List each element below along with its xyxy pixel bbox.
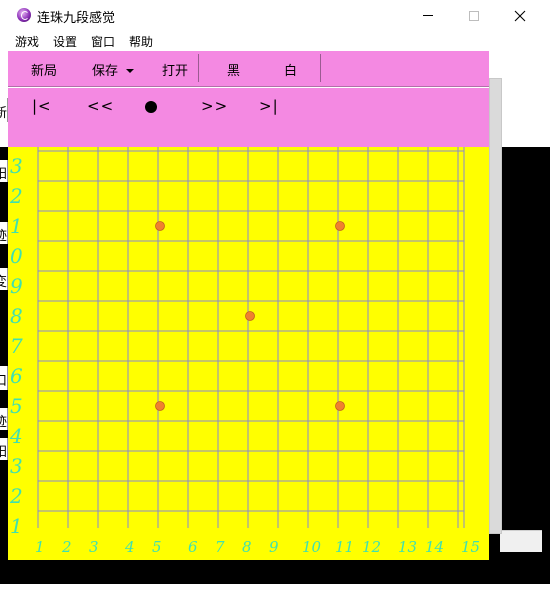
star-point bbox=[155, 401, 165, 411]
background-fragment: 阳 bbox=[0, 160, 8, 182]
black-button[interactable]: 黑 bbox=[227, 60, 240, 79]
column-label: 10 bbox=[302, 538, 322, 556]
bottom-edge bbox=[0, 584, 550, 592]
column-label: 3 bbox=[89, 538, 99, 556]
app-logo-icon bbox=[17, 8, 31, 22]
background-fragment: 変 bbox=[0, 268, 8, 290]
row-label: 4 bbox=[9, 424, 23, 448]
scrollbar-thumb[interactable] bbox=[489, 78, 502, 534]
toolbar: 新局 保存 打开 黑 白 bbox=[8, 51, 489, 87]
maximize-icon bbox=[469, 10, 479, 21]
column-label: 7 bbox=[215, 538, 225, 556]
row-label: 1 bbox=[10, 514, 23, 538]
white-button[interactable]: 白 bbox=[284, 60, 297, 79]
save-label: 保存 bbox=[92, 64, 119, 79]
minimize-icon bbox=[423, 15, 433, 16]
column-label: 11 bbox=[335, 538, 354, 556]
title-bar: 连珠九段感觉 bbox=[0, 0, 550, 31]
row-label: 6 bbox=[10, 364, 23, 388]
menu-window[interactable]: 窗口 bbox=[91, 33, 115, 50]
row-label: 3 bbox=[10, 454, 23, 478]
open-button[interactable]: 打开 bbox=[162, 60, 188, 79]
menu-game[interactable]: 游戏 bbox=[15, 33, 39, 50]
background-fragment: 口 bbox=[0, 366, 8, 390]
row-label: 5 bbox=[10, 394, 23, 418]
row-label: 1 bbox=[10, 214, 23, 238]
vertical-scrollbar[interactable] bbox=[489, 78, 502, 534]
column-label: 4 bbox=[124, 538, 135, 556]
column-label: 1 bbox=[35, 538, 45, 556]
column-label: 9 bbox=[269, 538, 279, 556]
maximize-button[interactable] bbox=[451, 0, 497, 31]
move-navigation: |< << >> >| bbox=[8, 87, 489, 143]
column-label: 5 bbox=[152, 538, 162, 556]
current-move-icon[interactable] bbox=[145, 101, 157, 113]
status-strip bbox=[500, 530, 542, 552]
column-label: 15 bbox=[461, 538, 480, 556]
background-fragment: 迹 bbox=[0, 408, 8, 430]
minimize-button[interactable] bbox=[405, 0, 451, 31]
gomoku-board[interactable]: 3 2 1 0 9 8 7 6 5 4 3 2 1 1 2 3 4 5 6 7 8 9 10 11 12 13 14 15 bbox=[8, 147, 489, 560]
app-window: 连珠九段感觉 游戏 设置 窗口 帮助 新 阳 迹 変 口 迹 阳 新局 保存 打… bbox=[0, 0, 550, 592]
row-label: 0 bbox=[10, 244, 23, 268]
new-game-button[interactable]: 新局 bbox=[31, 60, 57, 79]
menu-bar: 游戏 设置 窗口 帮助 bbox=[0, 31, 550, 51]
row-label: 8 bbox=[10, 304, 23, 328]
star-point bbox=[155, 221, 165, 231]
background-fragment: 迹 bbox=[0, 222, 8, 244]
game-panel: 新局 保存 打开 黑 白 |< << >> >| 321098765432112… bbox=[8, 51, 489, 560]
board-canvas[interactable]: 32109876543211 2 3 4 5 6 7 8 9 10 11 12 13 14 15 bbox=[8, 147, 489, 560]
column-label: 6 bbox=[188, 538, 198, 556]
background-fragment: 阳 bbox=[0, 438, 8, 460]
column-label: 8 bbox=[242, 538, 252, 556]
first-move-button[interactable]: |< bbox=[32, 97, 52, 115]
column-label: 2 bbox=[61, 538, 72, 556]
next-move-button[interactable]: >> bbox=[201, 97, 228, 115]
row-label: 3 bbox=[10, 154, 23, 178]
menu-settings[interactable]: 设置 bbox=[53, 33, 77, 50]
row-label: 7 bbox=[10, 334, 23, 358]
row-label: 9 bbox=[10, 274, 23, 298]
star-point bbox=[335, 221, 345, 231]
last-move-button[interactable]: >| bbox=[259, 97, 279, 115]
background-fragment: 新 bbox=[0, 98, 8, 122]
column-label: 12 bbox=[362, 538, 381, 556]
toolbar-divider bbox=[320, 54, 321, 82]
window-title: 连珠九段感觉 bbox=[37, 11, 116, 26]
star-point bbox=[335, 401, 345, 411]
row-label: 2 bbox=[9, 184, 23, 208]
toolbar-divider bbox=[198, 54, 199, 82]
previous-move-button[interactable]: << bbox=[87, 97, 114, 115]
close-icon bbox=[514, 10, 526, 21]
save-button[interactable]: 保存 bbox=[92, 60, 135, 79]
close-button[interactable] bbox=[497, 0, 543, 31]
column-label: 13 bbox=[398, 538, 417, 556]
star-point bbox=[245, 311, 255, 321]
row-label: 2 bbox=[9, 484, 23, 508]
column-label: 14 bbox=[425, 538, 444, 556]
menu-help[interactable]: 帮助 bbox=[129, 33, 153, 50]
chevron-down-icon[interactable] bbox=[126, 68, 135, 73]
